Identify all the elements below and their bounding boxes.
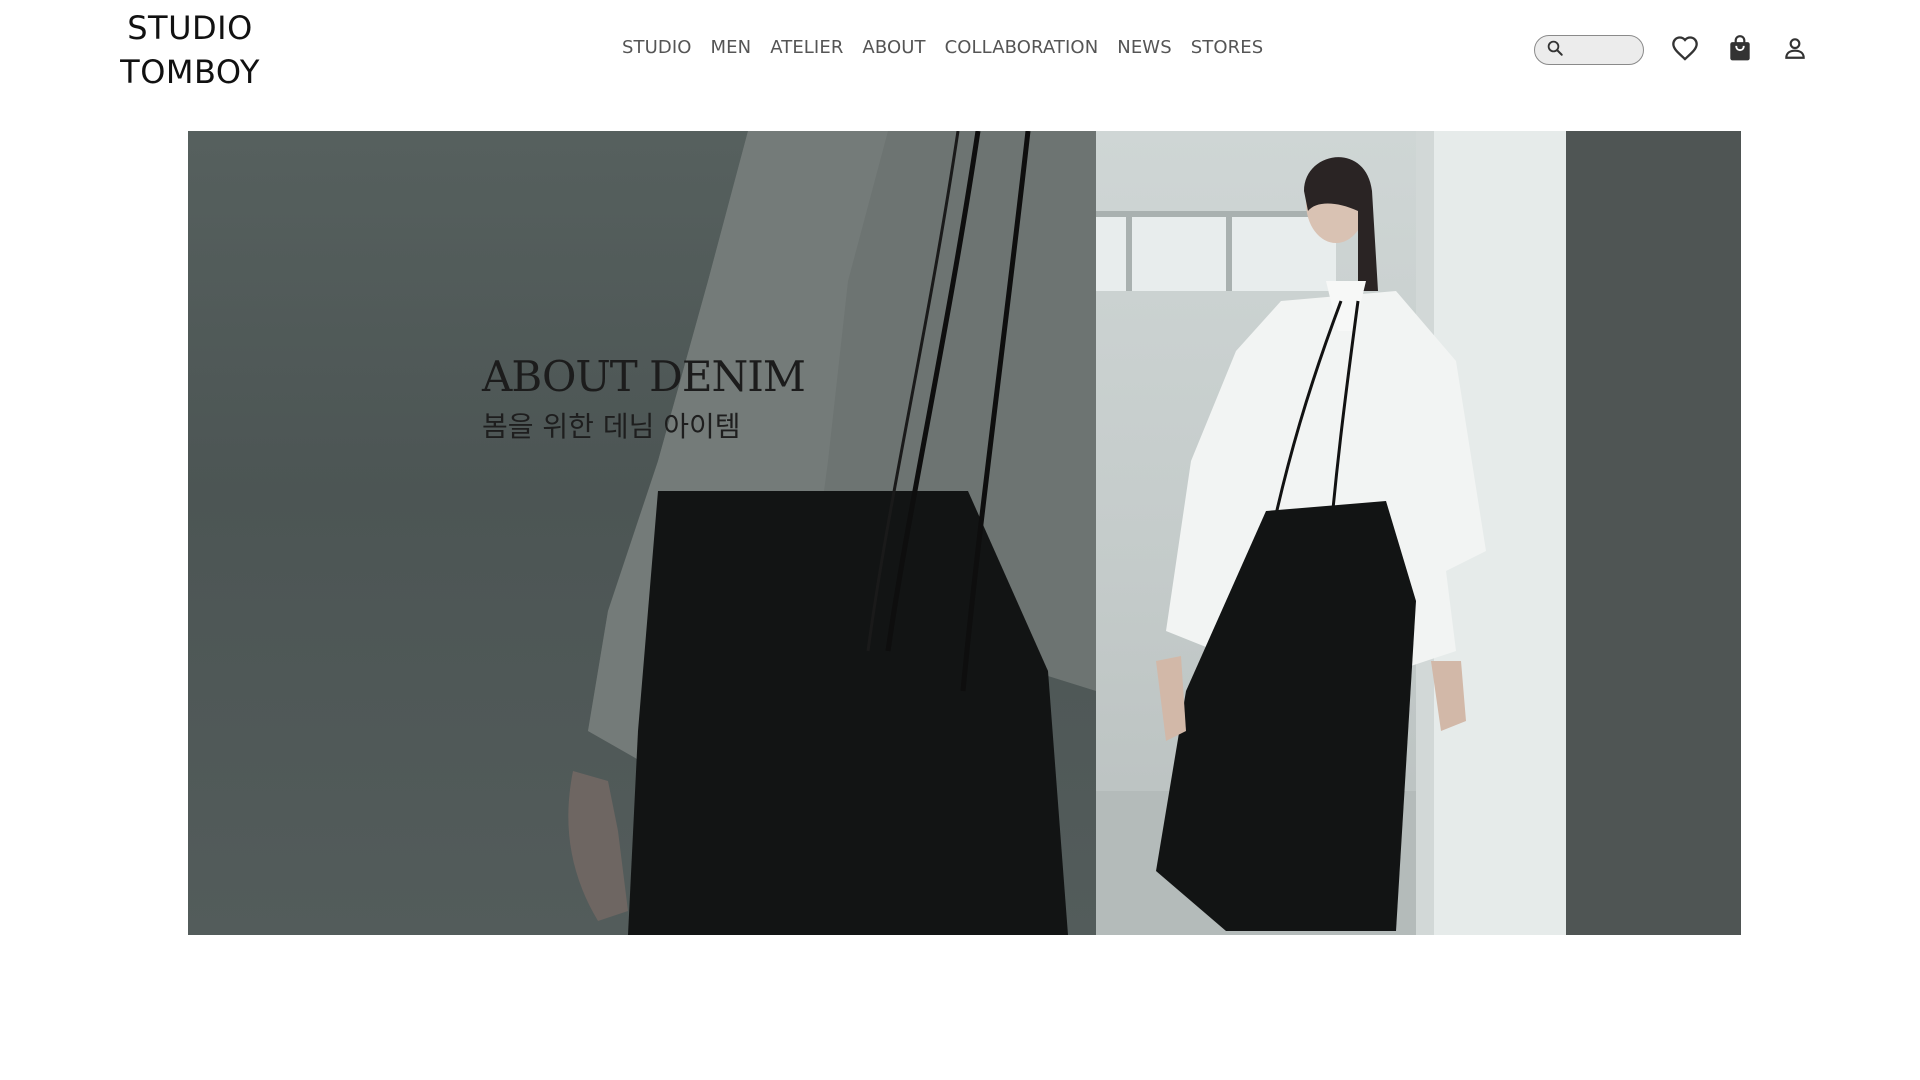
search-input[interactable] xyxy=(1570,42,1640,58)
search-box[interactable] xyxy=(1534,35,1644,65)
hero-image-right xyxy=(1096,131,1566,935)
nav-item-atelier[interactable]: ATELIER xyxy=(770,37,843,58)
nav-item-stores[interactable]: STORES xyxy=(1191,37,1264,58)
hero-text-block: ABOUT DENIM 봄을 위한 데님 아이템 xyxy=(482,351,806,447)
wishlist-button[interactable] xyxy=(1669,34,1701,66)
brand-logo-line1: STUDIO xyxy=(127,9,253,47)
nav-item-collaboration[interactable]: COLLABORATION xyxy=(945,37,1099,58)
main-nav: STUDIO MEN ATELIER ABOUT COLLABORATION N… xyxy=(622,33,1263,61)
hero-title: ABOUT DENIM xyxy=(482,352,806,401)
nav-item-studio[interactable]: STUDIO xyxy=(622,37,692,58)
search-icon[interactable] xyxy=(1546,39,1564,61)
account-button[interactable] xyxy=(1779,34,1811,66)
nav-item-about[interactable]: ABOUT xyxy=(862,37,925,58)
shopping-bag-icon xyxy=(1727,34,1753,66)
cart-button[interactable] xyxy=(1724,34,1756,66)
hero-right-illustration xyxy=(1096,131,1566,935)
brand-logo[interactable]: STUDIO TOMBOY xyxy=(110,6,270,94)
heart-icon xyxy=(1671,35,1699,65)
hero-image-left xyxy=(188,131,1096,935)
hero-left-illustration xyxy=(568,131,1096,935)
brand-logo-line2: TOMBOY xyxy=(120,53,260,91)
hero-subtitle: 봄을 위한 데님 아이템 xyxy=(482,410,741,443)
site-header: STUDIO TOMBOY STUDIO MEN ATELIER ABOUT C… xyxy=(0,0,1920,120)
hero-banner[interactable]: ABOUT DENIM 봄을 위한 데님 아이템 xyxy=(188,131,1741,935)
hero-side-panel xyxy=(1566,131,1741,935)
user-icon xyxy=(1782,35,1808,65)
nav-item-men[interactable]: MEN xyxy=(711,37,752,58)
nav-item-news[interactable]: NEWS xyxy=(1117,37,1171,58)
